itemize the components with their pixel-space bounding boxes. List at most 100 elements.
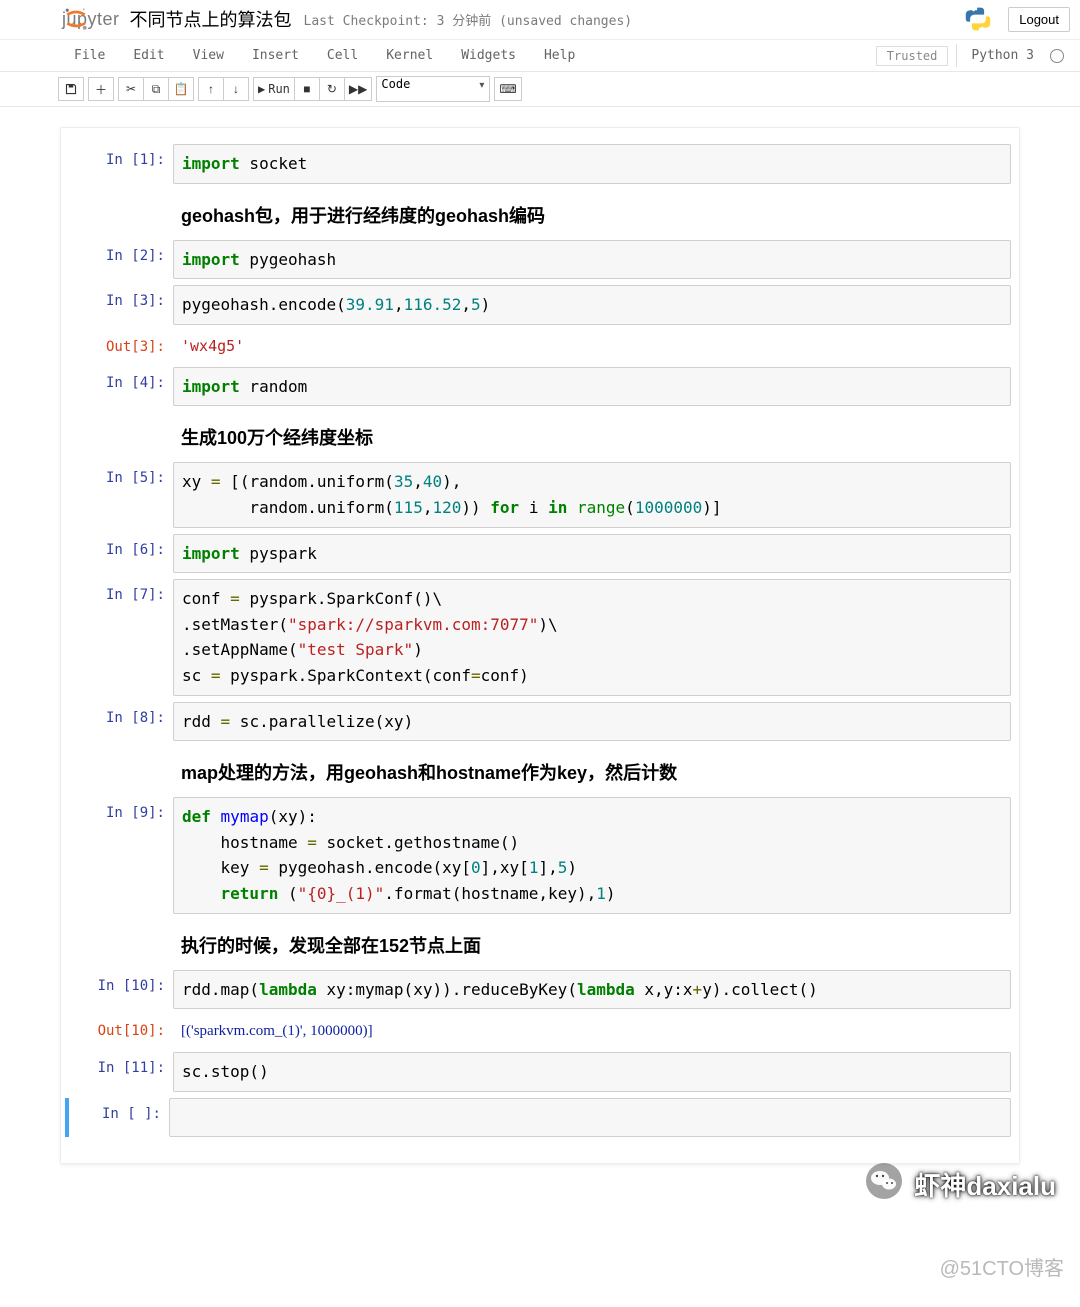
input-prompt: In [ ]: <box>69 1098 169 1138</box>
logout-button[interactable]: Logout <box>1008 7 1070 32</box>
fast-forward-icon: ▶▶ <box>349 82 367 96</box>
output-text: [('sparkvm.com_(1)', 1000000)] <box>173 1015 1011 1046</box>
notebook-title[interactable]: 不同节点上的算法包 <box>130 6 292 32</box>
copy-icon: ⧉ <box>152 82 161 97</box>
menu-item-file[interactable]: File <box>60 44 119 67</box>
code-input[interactable]: sc.stop() <box>173 1052 1011 1092</box>
arrow-down-icon: ↓ <box>233 82 239 96</box>
code-cell[interactable]: In [11]:sc.stop() <box>69 1052 1011 1092</box>
notebook-container: In [1]:import socket geohash包，用于进行经纬度的geo… <box>60 127 1020 1164</box>
code-cell[interactable]: In [2]:import pygeohash <box>69 240 1011 280</box>
output-prompt: Out[10]: <box>69 1015 173 1046</box>
menu-bar: FileEditViewInsertCellKernelWidgetsHelp … <box>0 39 1080 72</box>
jupyter-logo[interactable]: jupyter <box>10 5 120 33</box>
run-label: Run <box>268 82 290 96</box>
code-input[interactable]: import random <box>173 367 1011 407</box>
arrow-up-icon: ↑ <box>208 82 214 96</box>
code-input[interactable]: rdd = sc.parallelize(xy) <box>173 702 1011 742</box>
markdown-cell[interactable]: 执行的时候，发现全部在152节点上面 <box>69 920 1011 964</box>
watermark-author: 虾神daxialu <box>914 1166 1056 1203</box>
output-cell: Out[10]:[('sparkvm.com_(1)', 1000000)] <box>69 1015 1011 1046</box>
code-input[interactable] <box>169 1098 1011 1138</box>
scissors-icon: ✂ <box>126 82 136 96</box>
input-prompt: In [8]: <box>69 702 173 742</box>
menu-item-insert[interactable]: Insert <box>238 44 313 67</box>
code-input[interactable]: import socket <box>173 144 1011 184</box>
kernel-name[interactable]: Python 3 <box>956 44 1044 67</box>
input-prompt: In [3]: <box>69 285 173 325</box>
trusted-indicator[interactable]: Trusted <box>876 46 949 66</box>
restart-run-all-button[interactable]: ▶▶ <box>344 77 372 101</box>
code-input[interactable]: import pyspark <box>173 534 1011 574</box>
output-prompt: Out[3]: <box>69 331 173 361</box>
move-down-button[interactable]: ↓ <box>223 77 249 101</box>
copy-button[interactable]: ⧉ <box>143 77 169 101</box>
prompt-empty <box>69 747 173 791</box>
save-button[interactable] <box>58 77 84 101</box>
code-input[interactable]: import pygeohash <box>173 240 1011 280</box>
code-input[interactable]: xy = [(random.uniform(35,40), random.uni… <box>173 462 1011 527</box>
paste-button[interactable]: 📋 <box>168 77 194 101</box>
input-prompt: In [2]: <box>69 240 173 280</box>
code-cell[interactable]: In [ ]: <box>65 1098 1011 1138</box>
code-cell[interactable]: In [4]:import random <box>69 367 1011 407</box>
menu-item-widgets[interactable]: Widgets <box>447 44 530 67</box>
code-input[interactable]: pygeohash.encode(39.91,116.52,5) <box>173 285 1011 325</box>
toolbar: ＋ ✂ ⧉ 📋 ↑ ↓ ▶ Run ■ ↻ ▶▶ Code ⌨ <box>0 72 1080 107</box>
markdown-heading: map处理的方法，用geohash和hostname作为key，然后计数 <box>173 755 1011 789</box>
code-cell[interactable]: In [8]:rdd = sc.parallelize(xy) <box>69 702 1011 742</box>
kernel-python-icon <box>964 5 992 33</box>
code-cell[interactable]: In [7]:conf = pyspark.SparkConf()\ .setM… <box>69 579 1011 695</box>
restart-button[interactable]: ↻ <box>319 77 345 101</box>
interrupt-button[interactable]: ■ <box>294 77 320 101</box>
markdown-heading: 生成100万个经纬度坐标 <box>173 420 1011 454</box>
output-text: 'wx4g5' <box>173 331 1011 361</box>
markdown-cell[interactable]: map处理的方法，用geohash和hostname作为key，然后计数 <box>69 747 1011 791</box>
code-cell[interactable]: In [10]:rdd.map(lambda xy:mymap(xy)).red… <box>69 970 1011 1010</box>
watermark-source: @51CTO博客 <box>940 1252 1064 1281</box>
input-prompt: In [4]: <box>69 367 173 407</box>
add-cell-button[interactable]: ＋ <box>88 77 114 101</box>
keyboard-icon: ⌨ <box>499 82 516 96</box>
menu-item-edit[interactable]: Edit <box>119 44 178 67</box>
markdown-cell[interactable]: 生成100万个经纬度坐标 <box>69 412 1011 456</box>
markdown-heading: 执行的时候，发现全部在152节点上面 <box>173 928 1011 962</box>
code-cell[interactable]: In [1]:import socket <box>69 144 1011 184</box>
prompt-empty <box>69 412 173 456</box>
input-prompt: In [1]: <box>69 144 173 184</box>
play-icon: ▶ <box>258 82 265 96</box>
cut-button[interactable]: ✂ <box>118 77 144 101</box>
checkpoint-text: Last Checkpoint: 3 分钟前 (unsaved changes) <box>304 10 633 29</box>
code-input[interactable]: conf = pyspark.SparkConf()\ .setMaster("… <box>173 579 1011 695</box>
code-cell[interactable]: In [6]:import pyspark <box>69 534 1011 574</box>
menu-item-cell[interactable]: Cell <box>313 44 372 67</box>
input-prompt: In [6]: <box>69 534 173 574</box>
prompt-empty <box>69 190 173 234</box>
stop-icon: ■ <box>303 82 310 96</box>
header: jupyter 不同节点上的算法包 Last Checkpoint: 3 分钟前… <box>0 0 1080 33</box>
save-icon <box>65 83 77 95</box>
run-button[interactable]: ▶ Run <box>253 77 295 101</box>
code-input[interactable]: rdd.map(lambda xy:mymap(xy)).reduceByKey… <box>173 970 1011 1010</box>
menu-item-view[interactable]: View <box>179 44 238 67</box>
restart-icon: ↻ <box>327 82 337 96</box>
markdown-cell[interactable]: geohash包，用于进行经纬度的geohash编码 <box>69 190 1011 234</box>
plus-icon: ＋ <box>95 81 107 98</box>
markdown-heading: geohash包，用于进行经纬度的geohash编码 <box>173 198 1011 232</box>
input-prompt: In [9]: <box>69 797 173 913</box>
clipboard-icon: 📋 <box>174 82 189 96</box>
kernel-status-icon <box>1050 49 1064 63</box>
wechat-icon <box>866 1163 902 1199</box>
cell-type-select[interactable]: Code <box>376 76 490 102</box>
code-input[interactable]: def mymap(xy): hostname = socket.gethost… <box>173 797 1011 913</box>
code-cell[interactable]: In [5]:xy = [(random.uniform(35,40), ran… <box>69 462 1011 527</box>
code-cell[interactable]: In [9]:def mymap(xy): hostname = socket.… <box>69 797 1011 913</box>
command-palette-button[interactable]: ⌨ <box>494 77 521 101</box>
input-prompt: In [10]: <box>69 970 173 1010</box>
move-up-button[interactable]: ↑ <box>198 77 224 101</box>
menu-item-kernel[interactable]: Kernel <box>372 44 447 67</box>
output-cell: Out[3]:'wx4g5' <box>69 331 1011 361</box>
menu-item-help[interactable]: Help <box>530 44 589 67</box>
prompt-empty <box>69 920 173 964</box>
code-cell[interactable]: In [3]:pygeohash.encode(39.91,116.52,5) <box>69 285 1011 325</box>
